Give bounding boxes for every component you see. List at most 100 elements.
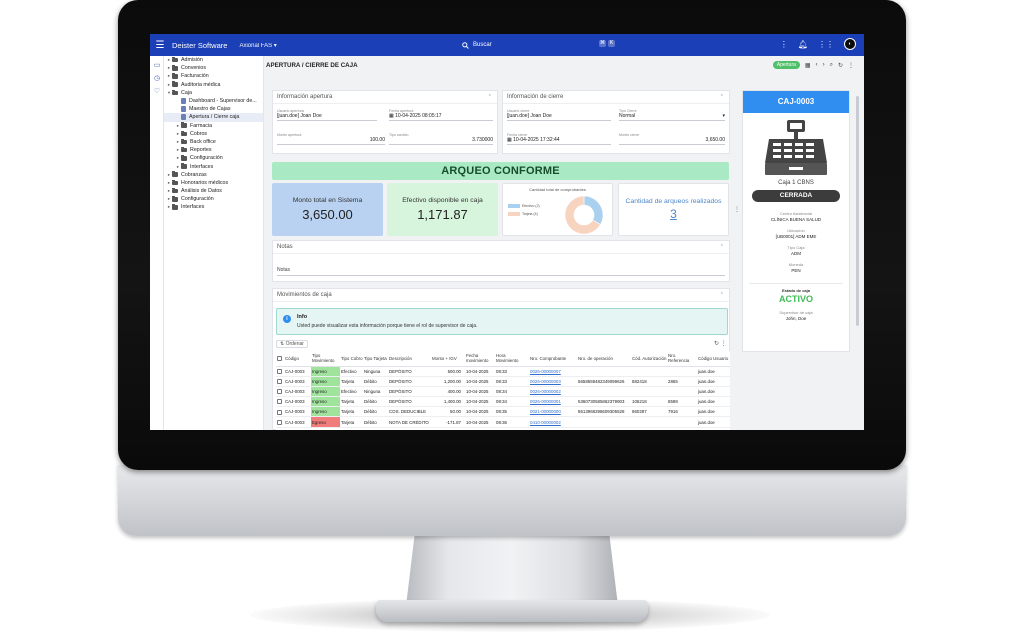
tree-item[interactable]: ▸ Cobros	[164, 130, 263, 138]
refresh-icon[interactable]: ↻	[714, 341, 719, 347]
tipo-cierre-select[interactable]: Tipo Cierre Normal ▾	[619, 109, 725, 121]
column-header[interactable]: Fecha movimiento	[465, 351, 495, 367]
tipo-cambio-field[interactable]: Tipo cambio 3.730000	[389, 133, 493, 145]
table-row[interactable]: CAJ-0003 Ingreso Tarjeta Débito COS. DEDUCIB…	[276, 406, 730, 418]
column-header[interactable]: Nro. de operación	[577, 351, 631, 367]
tree-item[interactable]: ▸ Interfaces	[164, 203, 263, 211]
more-vert-icon[interactable]: ⋮	[848, 62, 854, 69]
bell-icon[interactable]: 🔔︎	[798, 40, 808, 49]
chart-title: Cantidad total de comprobantes	[529, 187, 586, 192]
table-row[interactable]: CAJ-0003 Ingreso Efectivo Ninguna DEPÓSITO 50…	[276, 366, 730, 377]
table-row[interactable]: CAJ-0003 Ingreso Tarjeta Débito DEPÓSITO 1,20…	[276, 376, 730, 387]
row-checkbox[interactable]	[276, 376, 284, 387]
tree-item[interactable]: ▸ Interfaces	[164, 162, 263, 170]
chevron-up-icon[interactable]: ⌃	[720, 292, 724, 298]
tree-item[interactable]: Maestro de Cajas	[164, 105, 263, 113]
column-header[interactable]: Código Usuario	[697, 351, 730, 367]
usuario-apertura-field[interactable]: Usuario apertura [juan.doe] Joan Doe	[277, 109, 377, 121]
table-row[interactable]: CAJ-0003 Ingreso Tarjeta Débito DEPÓSITO 1,40…	[276, 396, 730, 408]
monto-cierre-field[interactable]: Monto cierre 3,650.00	[619, 133, 725, 145]
panel-title: Información apertura	[277, 94, 333, 100]
tree-item[interactable]: ▸ Honorarios médicos	[164, 179, 263, 187]
more-vert-icon[interactable]: ⋮	[721, 341, 727, 347]
table-cell[interactable]: 0026-00000007	[529, 366, 577, 377]
chevron-up-icon[interactable]: ⌃	[488, 94, 492, 100]
shortcut-keys: ⌘ K	[599, 40, 615, 47]
column-header[interactable]: Tipo Movimiento	[311, 351, 340, 367]
chevron-left-icon[interactable]: ‹	[816, 62, 818, 68]
tree-item-label: Configuración	[181, 196, 214, 203]
folder-icon[interactable]: ▭	[150, 61, 164, 69]
table-cell[interactable]: 0026-00000002	[529, 386, 577, 398]
cierre-panel-header[interactable]: Información de cierre ⌃	[503, 91, 729, 104]
monitor-stand-foot	[376, 600, 648, 622]
tree-item[interactable]: ▸ Cobranzas	[164, 171, 263, 179]
tree-item[interactable]: ▸ Admisión	[164, 56, 263, 64]
company-selector[interactable]: Axional FAS ▾	[239, 42, 276, 49]
fecha-cierre-field[interactable]: Fecha cierre ▦ 10-04-2025 17:32:44	[507, 133, 611, 145]
tree-item[interactable]: Dashboard - Supervisor de...	[164, 97, 263, 105]
row-checkbox[interactable]	[276, 396, 284, 408]
column-header[interactable]: Descripción	[388, 351, 431, 367]
table-cell[interactable]: 0026-00000001	[529, 396, 577, 408]
row-checkbox[interactable]	[276, 406, 284, 418]
scrollbar[interactable]	[856, 96, 859, 326]
table-cell[interactable]: 0026-00000003	[529, 376, 577, 387]
row-checkbox[interactable]	[276, 416, 284, 428]
tree-item[interactable]: ▾ Caja	[164, 89, 263, 97]
column-header[interactable]: Hora Movimiento	[495, 351, 529, 367]
notas-panel-header[interactable]: Notas ⌃	[273, 241, 729, 254]
search-input[interactable]: Buscar	[462, 39, 622, 51]
apps-grid-icon[interactable]: ⋮⋮	[818, 40, 834, 49]
column-header[interactable]: Tipo Tarjeta	[363, 351, 388, 367]
tree-item[interactable]: ▸ Configuración	[164, 195, 263, 203]
chevron-right-icon[interactable]: ›	[823, 62, 825, 68]
column-header[interactable]: Monto + IGV	[431, 351, 465, 367]
select-all-checkbox[interactable]	[276, 351, 284, 367]
efectivo-card: Efectivo disponible en caja 1,171.87	[387, 183, 498, 236]
column-header[interactable]: Nro. Comprobante	[529, 351, 577, 367]
table-cell[interactable]: 0021-00000000	[529, 406, 577, 418]
ordenar-button[interactable]: ⇅ Ordenar	[276, 340, 308, 348]
calendar-icon[interactable]: ▦	[805, 62, 811, 69]
movimientos-panel-header[interactable]: Movimientos de caja ⌃	[273, 289, 729, 302]
tree-item-label: Caja	[181, 89, 192, 96]
usuario-cierre-field[interactable]: Usuario cierre [juan.doe] Joan Doe	[507, 109, 611, 121]
arqueos-count-link[interactable]: 3	[619, 207, 728, 221]
folder-icon	[172, 89, 178, 96]
row-checkbox[interactable]	[276, 366, 284, 377]
tree-item[interactable]: ▸ Análisis de Datos	[164, 187, 263, 195]
column-header[interactable]: Cód. Autorización	[631, 351, 667, 367]
apertura-panel-header[interactable]: Información apertura ⌃	[273, 91, 497, 104]
table-row[interactable]: CAJ-0003 Egreso Tarjeta Débito NOTA DE CRÉDI…	[276, 416, 730, 428]
table-cell[interactable]: 0410-00000002	[529, 416, 577, 428]
tree-item[interactable]: Apertura / Cierre caja	[164, 113, 263, 122]
folder-icon	[172, 187, 178, 194]
tree-item[interactable]: ▸ Back office	[164, 138, 263, 146]
tree-item[interactable]: ▸ Configuración	[164, 154, 263, 162]
table-row[interactable]: CAJ-0003 Ingreso Efectivo Ninguna DEPÓSITO 40…	[276, 386, 730, 398]
chevron-up-icon[interactable]: ⌃	[720, 94, 724, 100]
drag-handle-icon[interactable]: ⋮	[734, 206, 740, 213]
row-checkbox[interactable]	[276, 386, 284, 398]
tree-item[interactable]: ▸ Farmacia	[164, 122, 263, 130]
heart-icon[interactable]: ♡	[150, 87, 164, 95]
history-icon[interactable]: ◷	[150, 74, 164, 82]
avatar[interactable]: ◐	[844, 38, 856, 50]
tree-item[interactable]: ▸ Reportes	[164, 146, 263, 154]
column-header[interactable]: Nro. Referencia	[667, 351, 697, 367]
tree-item[interactable]: ▸ Facturación	[164, 72, 263, 80]
tree-item[interactable]: ▸ Auditoria médica	[164, 81, 263, 89]
more-vert-icon[interactable]: ⋮	[780, 40, 788, 49]
fecha-apertura-field[interactable]: Fecha apertura ▦ 10-04-2025 08:05:17	[389, 109, 493, 121]
menu-icon[interactable]: ☰	[150, 40, 170, 51]
notas-field[interactable]: Notas	[277, 267, 725, 276]
column-header[interactable]: Código	[284, 351, 311, 367]
chevron-up-icon[interactable]: ⌃	[720, 244, 724, 250]
column-header[interactable]: Tipo Cobro	[340, 351, 363, 367]
tree-item[interactable]: ▸ Convenios	[164, 64, 263, 72]
field-value: ▦ 10-04-2025 08:05:17	[389, 113, 493, 121]
search-icon[interactable]: ⌕	[830, 62, 833, 69]
refresh-icon[interactable]: ↻	[838, 62, 843, 69]
monto-apertura-field[interactable]: Monto apertura 100.00	[277, 133, 385, 145]
